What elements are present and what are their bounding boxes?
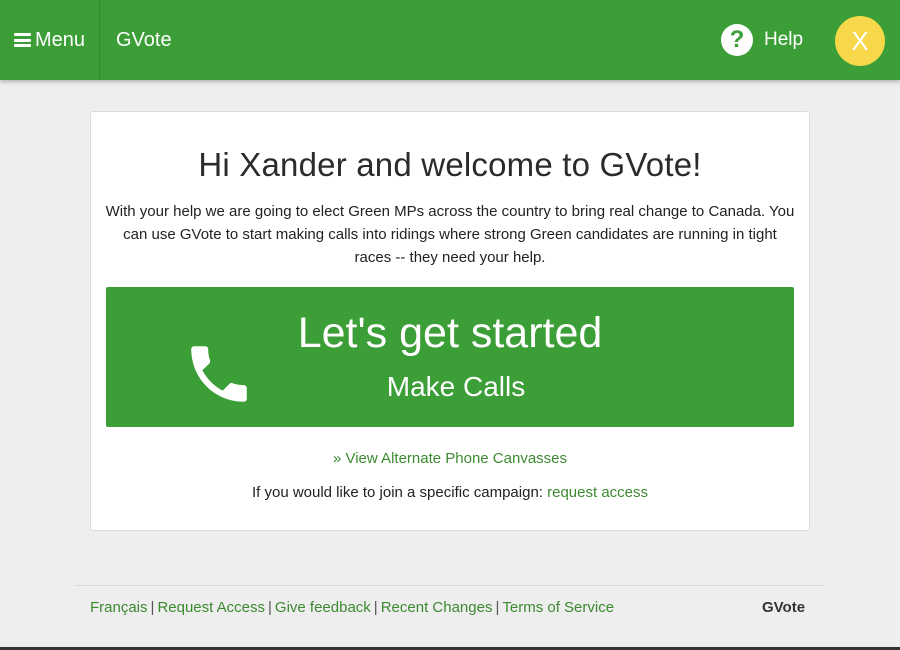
footer-link-terms[interactable]: Terms of Service (502, 599, 614, 616)
footer-link-give-feedback[interactable]: Give feedback (275, 599, 371, 616)
footer-links: Français | Request Access | Give feedback | Re… (90, 599, 614, 616)
footer-link-request-access[interactable]: Request Access (157, 599, 265, 616)
top-navbar: Menu GVote ? Help X (0, 0, 900, 80)
help-label: Help (764, 29, 804, 50)
footer-separator: | (150, 599, 155, 616)
join-campaign-text: If you would like to join a specific cam… (91, 484, 809, 501)
join-text: If you would like to join a specific cam… (251, 484, 548, 501)
alternate-canvasses-link[interactable]: » View Alternate Phone Canvasses (91, 450, 809, 467)
page-title: Hi Xander and welcome to GVote! (198, 146, 702, 183)
intro-text: With your help we are going to elect Gre… (105, 203, 795, 266)
help-icon: ? (721, 24, 753, 56)
menu-label: Menu (35, 28, 86, 51)
app-brand[interactable]: GVote (116, 0, 172, 80)
footer-separator: | (373, 599, 378, 616)
footer-link-francais[interactable]: Français (90, 599, 148, 616)
footer-separator: | (268, 599, 272, 616)
footer-link-recent-changes[interactable]: Recent Changes (381, 599, 493, 616)
footer-divider (75, 585, 825, 586)
make-calls-button[interactable]: Let's get started Make Calls (106, 287, 794, 427)
welcome-card: Hi Xander and welcome to GVote! With you… (90, 111, 810, 531)
menu-button[interactable]: Menu (0, 0, 100, 80)
footer-brand: GVote (762, 599, 806, 616)
help-button[interactable]: ? Help (721, 0, 803, 80)
cta-title: Let's get started (297, 309, 603, 357)
hamburger-icon (14, 33, 31, 47)
avatar[interactable]: X (835, 16, 885, 66)
cta-subtitle: Make Calls (386, 371, 526, 402)
footer-separator: | (495, 599, 500, 616)
request-access-link[interactable]: request access (547, 484, 648, 501)
